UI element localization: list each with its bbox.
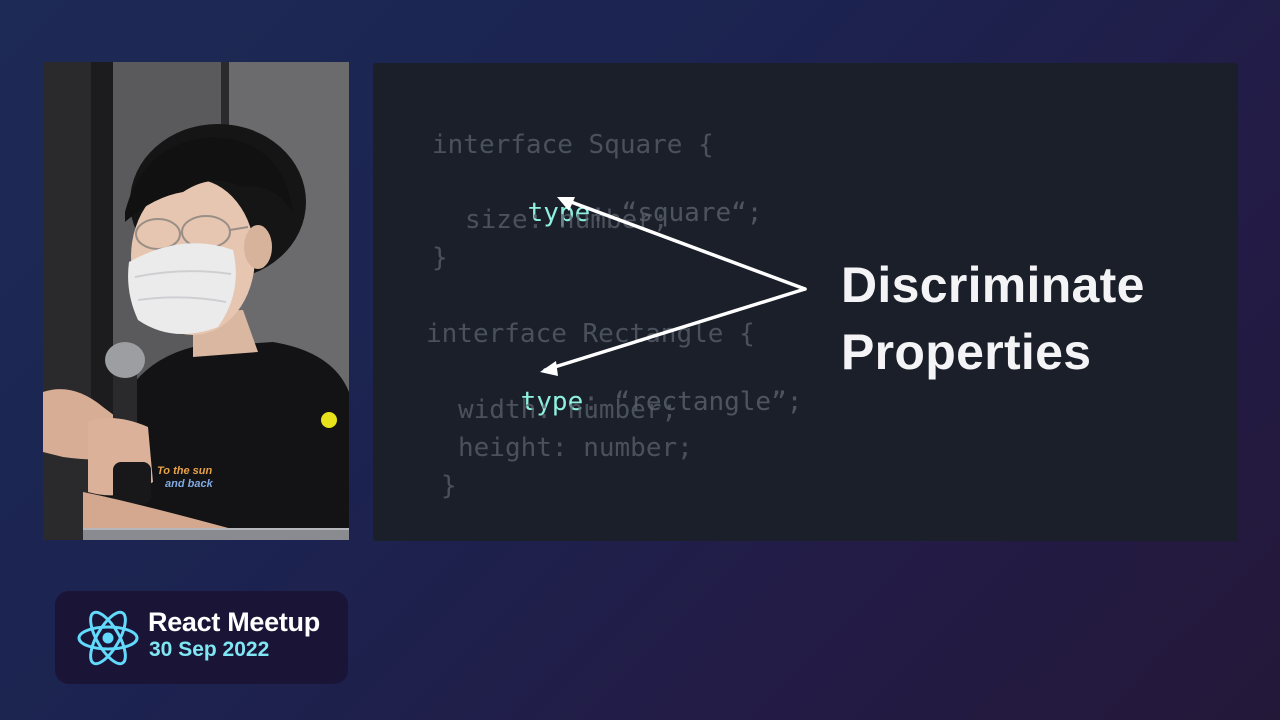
meetup-title: React Meetup (148, 607, 320, 637)
arrow-to-rect-type (543, 287, 807, 372)
meetup-badge: React Meetup 30 Sep 2022 (55, 591, 348, 684)
speaker-video: To the sun and back (43, 62, 349, 540)
arrow-to-square-type (561, 197, 807, 291)
meetup-date: 30 Sep 2022 (149, 638, 270, 661)
speaker-photo: To the sun and back (43, 62, 349, 540)
react-logo-icon (77, 610, 139, 666)
slide-heading-line1: Discriminate (841, 257, 1145, 313)
slide-heading-line2: Properties (841, 324, 1092, 380)
presentation-slide: interface Square { type: “square“; size:… (373, 63, 1238, 541)
arrowhead-rect (540, 361, 558, 376)
shirt-text-2: and back (165, 478, 214, 490)
laser-dot (321, 412, 337, 428)
shirt-text-1: To the sun (157, 465, 212, 477)
